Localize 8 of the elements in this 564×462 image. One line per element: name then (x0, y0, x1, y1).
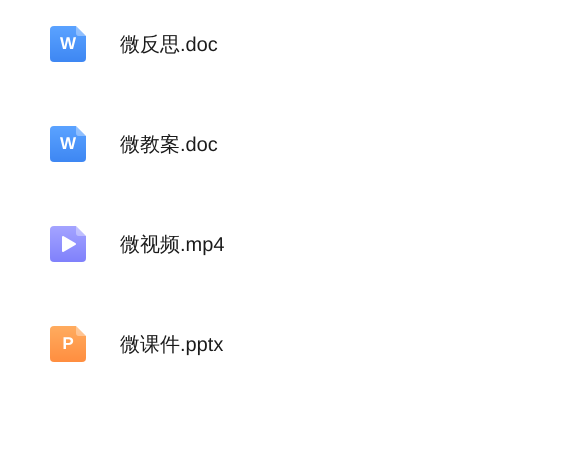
file-icon: W (50, 26, 86, 62)
file-icon: P (50, 326, 86, 362)
video-file-icon (50, 226, 86, 262)
file-name[interactable]: 微视频.mp4 (120, 230, 224, 258)
file-name[interactable]: 微教案.doc (120, 130, 218, 158)
file-icon: W (50, 126, 86, 162)
file-name[interactable]: 微反思.doc (120, 30, 218, 58)
file-name[interactable]: 微课件.pptx (120, 330, 224, 358)
